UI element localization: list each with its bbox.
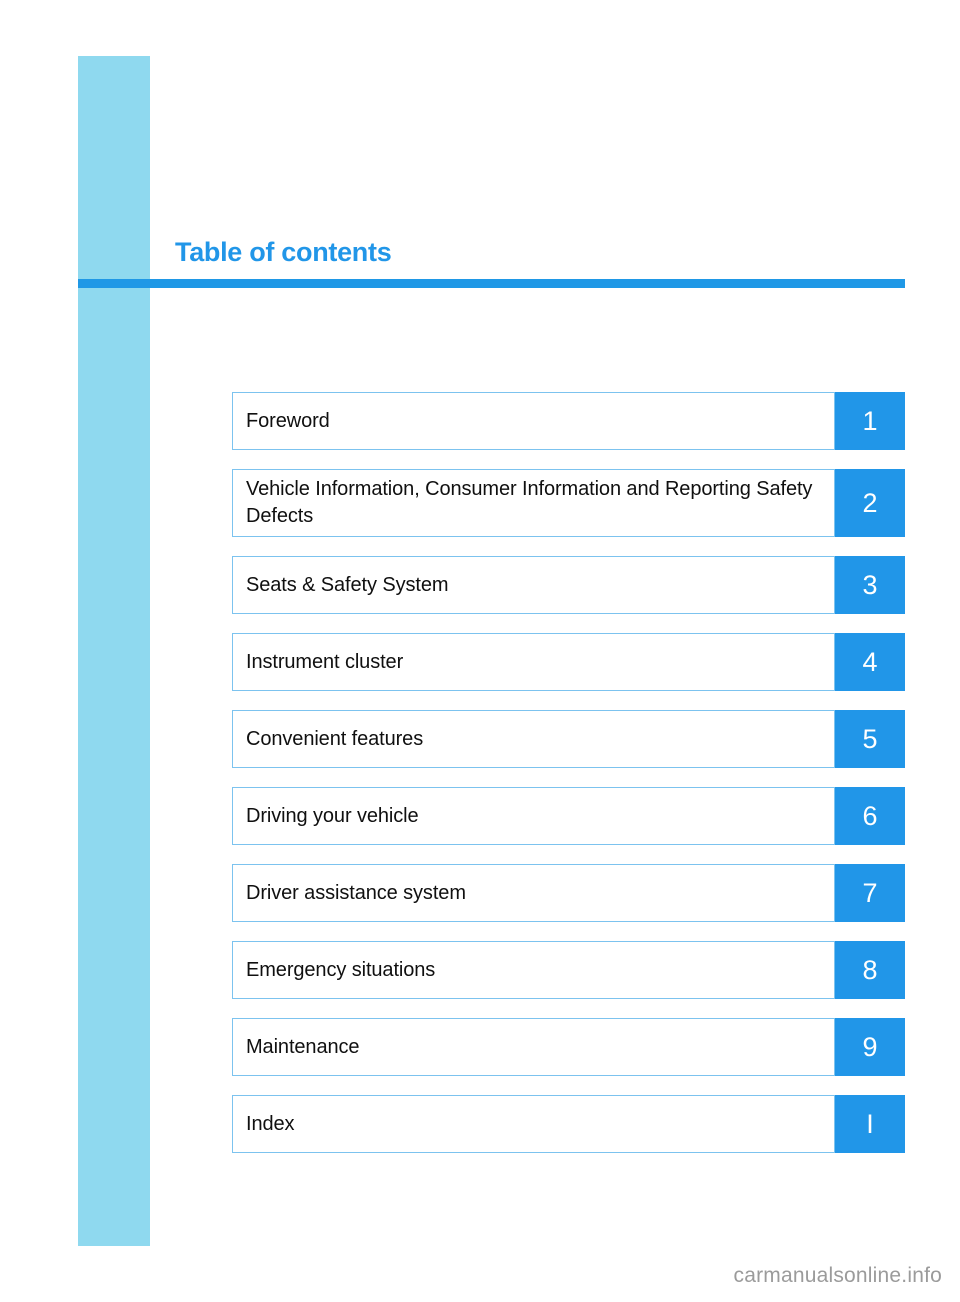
toc-entry-label: Maintenance (246, 1035, 360, 1058)
title-divider-rule (78, 279, 905, 288)
toc-label-box[interactable]: Index (232, 1095, 835, 1153)
toc-label-box[interactable]: Convenient features (232, 710, 835, 768)
toc-row[interactable]: Seats & Safety System 3 (232, 556, 905, 614)
toc-chapter-badge[interactable]: 2 (835, 469, 905, 537)
toc-chapter-badge[interactable]: I (835, 1095, 905, 1153)
toc-chapter-badge[interactable]: 3 (835, 556, 905, 614)
toc-row[interactable]: Driving your vehicle 6 (232, 787, 905, 845)
site-watermark: carmanualsonline.info (733, 1264, 942, 1287)
toc-label-box[interactable]: Seats & Safety System (232, 556, 835, 614)
toc-row[interactable]: Driver assistance system 7 (232, 864, 905, 922)
toc-entry-label: Convenient features (246, 727, 424, 750)
toc-row[interactable]: Instrument cluster 4 (232, 633, 905, 691)
toc-row[interactable]: Maintenance 9 (232, 1018, 905, 1076)
toc-label-box[interactable]: Instrument cluster (232, 633, 835, 691)
toc-row[interactable]: Index I (232, 1095, 905, 1153)
toc-entry-label: Vehicle Information, Consumer Informatio… (246, 478, 813, 527)
toc-entry-label: Emergency situations (246, 958, 436, 981)
toc-entry-label: Index (246, 1112, 295, 1135)
toc-chapter-badge[interactable]: 4 (835, 633, 905, 691)
toc-chapter-badge[interactable]: 5 (835, 710, 905, 768)
toc-chapter-badge[interactable]: 9 (835, 1018, 905, 1076)
toc-label-box[interactable]: Emergency situations (232, 941, 835, 999)
toc-row[interactable]: Emergency situations 8 (232, 941, 905, 999)
toc-label-box[interactable]: Driver assistance system (232, 864, 835, 922)
toc-label-box[interactable]: Vehicle Information, Consumer Informatio… (232, 469, 835, 537)
toc-row[interactable]: Convenient features 5 (232, 710, 905, 768)
toc-entry-label: Driving your vehicle (246, 804, 419, 827)
toc-entry-label: Driver assistance system (246, 881, 466, 904)
table-of-contents-page: Table of contents Foreword 1 Vehicle Infor… (0, 0, 960, 1302)
page-title: Table of contents (175, 237, 392, 267)
toc-chapter-badge[interactable]: 8 (835, 941, 905, 999)
toc-entry-label: Foreword (246, 409, 330, 432)
toc-label-box[interactable]: Maintenance (232, 1018, 835, 1076)
toc-label-box[interactable]: Foreword (232, 392, 835, 450)
toc-label-box[interactable]: Driving your vehicle (232, 787, 835, 845)
toc-entry-label: Seats & Safety System (246, 573, 449, 596)
toc-row[interactable]: Vehicle Information, Consumer Informatio… (232, 469, 905, 537)
toc-chapter-badge[interactable]: 1 (835, 392, 905, 450)
toc-entry-label: Instrument cluster (246, 650, 404, 673)
left-accent-bar (78, 56, 150, 1246)
table-of-contents-list: Foreword 1 Vehicle Information, Consumer I… (232, 392, 905, 1153)
toc-chapter-badge[interactable]: 6 (835, 787, 905, 845)
toc-chapter-badge[interactable]: 7 (835, 864, 905, 922)
toc-row[interactable]: Foreword 1 (232, 392, 905, 450)
